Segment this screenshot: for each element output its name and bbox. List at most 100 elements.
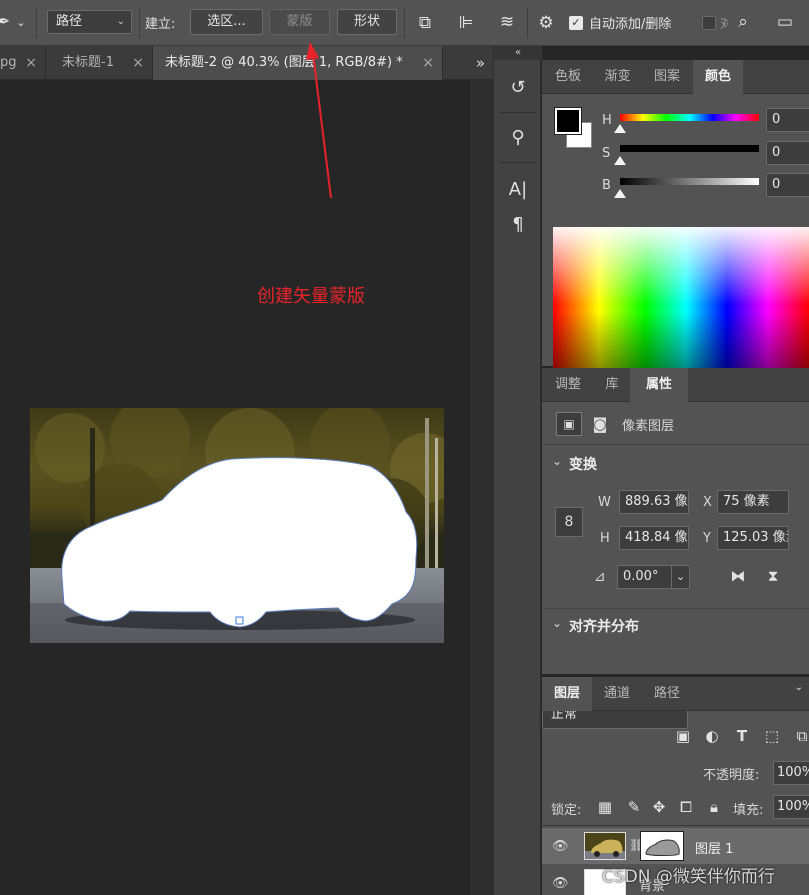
close-icon[interactable]: × [422,46,434,80]
filter-adjustment-icon[interactable]: ◐ [701,727,723,745]
search-icon[interactable]: ⌕ [732,12,754,32]
lock-artboard-icon[interactable]: ⧠ [676,798,696,816]
brightness-value[interactable]: 0 [766,173,809,197]
make-mask-button[interactable]: 蒙版 [269,9,330,35]
lock-all-icon[interactable]: 🔒︎ [704,798,724,816]
tab-document-2[interactable]: 未标题-2 @ 40.3% (图层 1, RGB/8#) * × [153,46,443,80]
options-bar: ✒ ⌄ 路径 ⌄ 建立: 选区... 蒙版 形状 ⧉ ⊫ ≋ ⚙ ✓ 自动添加/… [0,0,809,46]
character-icon[interactable]: A| [503,176,533,204]
path-mode-select[interactable]: 路径 ⌄ [47,10,132,34]
tab-swatches[interactable]: 色板 [542,60,594,94]
divider [500,162,536,163]
link-icon[interactable]: 8 [555,507,583,537]
saturation-value[interactable]: 0 [766,141,809,165]
chevron-down-icon[interactable]: ⌄ [552,454,562,468]
height-label: H [600,531,610,546]
tab-label: 未标题-2 @ 40.3% (图层 1, RGB/8#) * [165,55,403,70]
tab-paths[interactable]: 路径 [642,677,692,711]
filter-type-icon[interactable]: T [731,727,753,745]
tab-gradients[interactable]: 渐变 [594,60,641,94]
auto-add-delete-checkbox[interactable]: ✓ [569,16,583,30]
make-selection-button[interactable]: 选区... [190,9,263,35]
tab-document-0[interactable]: pg × [0,46,46,80]
close-icon[interactable]: × [132,46,144,80]
watermark: CSDN @微笑伴你而行 [602,867,775,887]
tab-color[interactable]: 颜色 [693,60,743,94]
make-shape-button[interactable]: 形状 [337,9,397,35]
saturation-slider[interactable] [620,145,759,152]
make-label: 建立: [145,17,176,32]
path-operations-icon[interactable]: ⧉ [414,13,436,33]
tab-document-1[interactable]: 未标题-1 × [46,46,153,80]
close-icon[interactable]: × [25,46,37,80]
tab-channels[interactable]: 通道 [592,677,642,711]
tab-adjustments[interactable]: 调整 [542,368,594,402]
gear-icon[interactable]: ⚙ [536,13,556,33]
vector-mask-thumbnail[interactable] [640,831,684,861]
foreground-color-swatch[interactable] [554,107,582,135]
color-spectrum[interactable] [553,227,809,368]
hue-value[interactable]: 0 [766,108,809,132]
layers-panel-tabs: 图层 通道 路径 [542,677,809,711]
tab-libraries[interactable]: 库 [594,368,630,402]
hue-slider[interactable] [620,114,759,121]
align-edges-checkbox[interactable] [702,16,716,30]
tab-properties[interactable]: 属性 [630,368,688,402]
more-tabs-icon[interactable]: » [468,46,493,80]
y-field[interactable]: 125.03 像素 [717,526,789,550]
path-mode-value: 路径 [56,14,83,29]
chevron-down-icon[interactable]: ⌄ [552,616,562,630]
lock-image-icon[interactable]: ✎ [624,798,644,816]
car-thumbnail [585,839,625,859]
tab-layers[interactable]: 图层 [542,677,592,711]
filter-pixel-icon[interactable]: ▣ [672,727,694,745]
x-label: X [703,495,712,510]
divider [542,825,809,826]
hue-slider-thumb[interactable] [614,124,626,133]
lock-transparent-icon[interactable]: ▦ [596,798,614,816]
brightness-label: B [602,178,611,193]
layer-row-layer-1[interactable]: 👁︎ ⛓︎ 图层 1 [542,828,809,864]
saturation-slider-thumb[interactable] [614,156,626,165]
tab-patterns[interactable]: 图案 [641,60,693,94]
align-edges-label: 对 [720,17,728,32]
history-icon[interactable]: ↺ [503,74,533,102]
height-field[interactable]: 418.84 像素 [619,526,689,550]
width-field[interactable]: 889.63 像素 [619,490,689,514]
angle-field[interactable]: 0.00° ⌄ [617,565,690,589]
layer-type-label: 像素图层 [622,419,675,434]
divider [542,444,809,445]
flip-horizontal-icon[interactable]: ⧓ [726,567,750,585]
mask-icon[interactable]: ◙ [588,412,612,436]
opacity-field[interactable]: 100% [773,761,809,785]
eye-icon[interactable]: 👁︎ [552,839,569,854]
collapse-icon[interactable]: « [494,46,542,60]
divider [527,8,528,38]
chevron-down-icon[interactable]: ⌄ [671,566,689,588]
divider [404,8,405,38]
divider [542,608,809,609]
chevron-down-icon[interactable]: ⌄ [14,13,28,33]
transform-section-title[interactable]: 变换 [569,454,597,474]
path-arrangement-icon[interactable]: ≋ [495,12,519,32]
flip-vertical-icon[interactable]: ⧗ [761,567,785,585]
document-canvas[interactable] [30,408,444,643]
pen-tool-icon[interactable]: ✒ [0,12,10,32]
path-alignment-icon[interactable]: ⊫ [455,13,477,33]
eye-icon[interactable]: 👁︎ [552,876,569,891]
x-field[interactable]: 75 像素 [717,490,789,514]
workspace-icon[interactable]: ▭ [774,12,796,32]
hue-label: H [602,113,612,128]
align-distribute-section-title[interactable]: 对齐并分布 [569,616,639,636]
filter-smart-object-icon[interactable]: ⧉ [791,727,809,745]
canvas-scrollbar[interactable] [469,80,493,895]
fill-field[interactable]: 100% [773,795,809,819]
brightness-slider-thumb[interactable] [614,189,626,198]
brightness-slider[interactable] [620,178,759,185]
paragraph-icon[interactable]: ¶ [503,211,533,239]
lock-position-icon[interactable]: ✥ [649,798,669,816]
chevron-down-icon: ⌄ [116,16,125,27]
color-panel: 色板 渐变 图案 颜色 H 0 S 0 B 0 [542,60,809,368]
filter-shape-icon[interactable]: ⬚ [761,727,783,745]
clone-source-icon[interactable]: ⚲ [503,124,533,152]
